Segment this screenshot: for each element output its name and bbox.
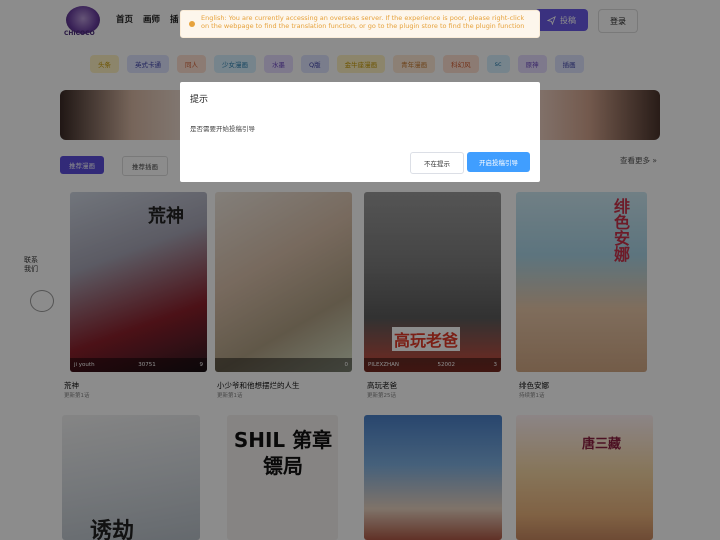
guide-dialog: 提示 是否需要开始投稿引导 不在提示 开启投稿引导 [180, 82, 540, 182]
dialog-title: 提示 [190, 95, 209, 105]
warning-toast: English: You are currently accessing an … [180, 10, 540, 38]
start-guide-button[interactable]: 开启投稿引导 [467, 152, 530, 172]
toast-message: English: You are currently accessing an … [201, 14, 525, 30]
dialog-message: 是否需要开始投稿引导 [190, 125, 255, 133]
dont-show-again-button[interactable]: 不在提示 [410, 152, 464, 174]
warning-icon [189, 21, 195, 27]
modal-overlay[interactable] [0, 0, 720, 540]
